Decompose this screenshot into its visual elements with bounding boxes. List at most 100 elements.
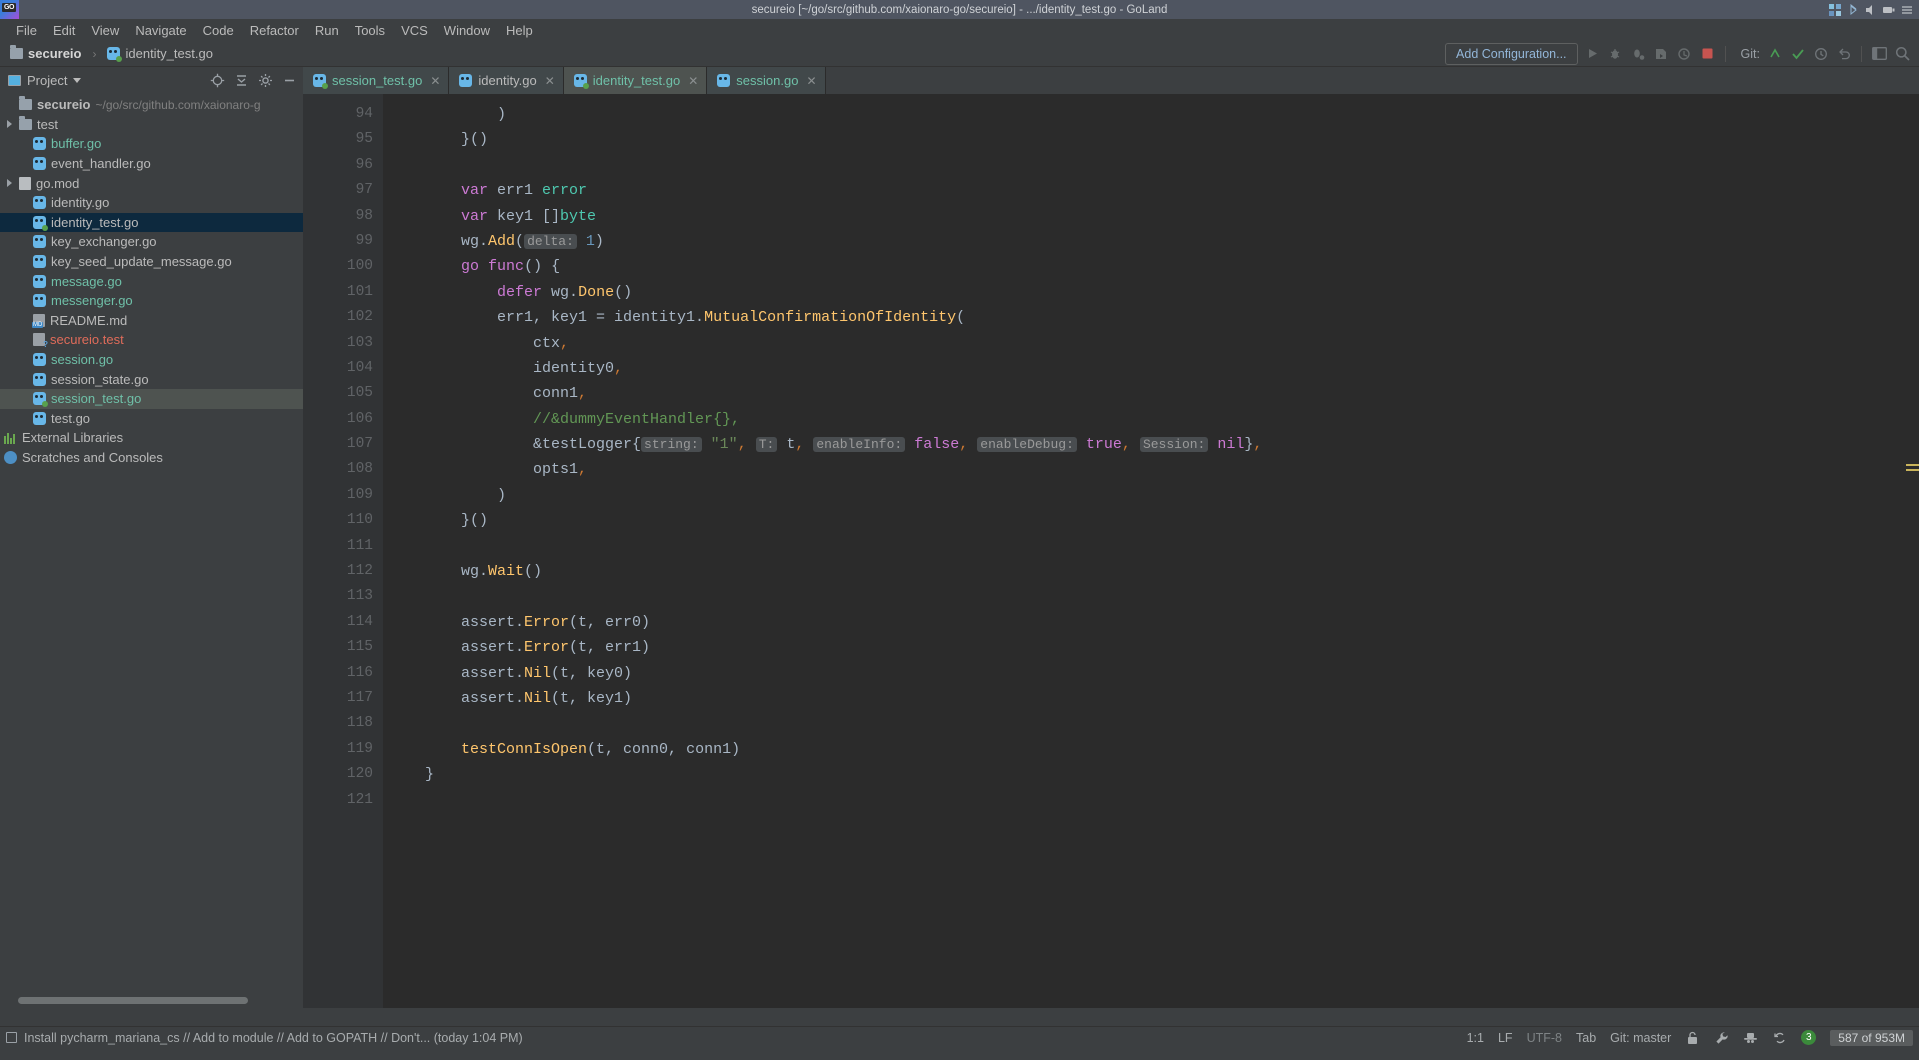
add-configuration-button[interactable]: Add Configuration...: [1445, 42, 1578, 65]
line-number[interactable]: 108: [303, 457, 383, 482]
line-number[interactable]: 94: [303, 102, 383, 127]
wrench-icon[interactable]: [1714, 1030, 1729, 1045]
line-number[interactable]: 102: [303, 305, 383, 330]
stop-icon[interactable]: [1699, 45, 1716, 62]
project-horizontal-scrollbar[interactable]: [0, 994, 303, 1008]
tree-item-readme-md[interactable]: README.md: [0, 311, 303, 331]
code-line[interactable]: assert.Nil(t, key1): [383, 686, 1905, 711]
code-line[interactable]: testConnIsOpen(t, conn0, conn1): [383, 737, 1905, 762]
bluetooth-icon[interactable]: [1847, 3, 1859, 16]
tree-item-external-libraries[interactable]: External Libraries: [0, 428, 303, 448]
tree-item-identity-test-go[interactable]: identity_test.go: [0, 212, 303, 233]
code-line[interactable]: [383, 534, 1905, 559]
close-tab-icon[interactable]: ✕: [806, 74, 816, 88]
menu-edit[interactable]: Edit: [45, 21, 83, 40]
code-line[interactable]: var key1 []byte: [383, 204, 1905, 229]
line-number[interactable]: 98: [303, 204, 383, 229]
line-number[interactable]: 110: [303, 508, 397, 533]
volume-icon[interactable]: [1865, 4, 1877, 16]
tree-item-messenger-go[interactable]: messenger.go: [0, 291, 303, 311]
menu-window[interactable]: Window: [436, 21, 498, 40]
code-line[interactable]: assert.Error(t, err0): [383, 610, 1905, 635]
line-number[interactable]: 113: [303, 584, 383, 609]
update-project-icon[interactable]: [1766, 45, 1783, 62]
code-line[interactable]: ): [383, 102, 1905, 127]
tree-item-secureio-test[interactable]: secureio.test: [0, 330, 303, 350]
code-line[interactable]: [383, 711, 1905, 736]
code-line[interactable]: err1, key1 = identity1.MutualConfirmatio…: [383, 305, 1905, 330]
code-line[interactable]: //&dummyEventHandler{},: [383, 407, 1905, 432]
code-line[interactable]: var err1 error: [383, 178, 1905, 203]
line-number[interactable]: 114: [303, 610, 383, 635]
project-panel-title[interactable]: Project: [27, 73, 67, 88]
memory-indicator[interactable]: 587 of 953M: [1830, 1029, 1913, 1046]
rollback-icon[interactable]: [1835, 45, 1852, 62]
target-icon[interactable]: [210, 73, 225, 88]
search-everywhere-icon[interactable]: [1894, 45, 1911, 62]
tree-item-test[interactable]: test: [0, 115, 303, 135]
git-branch[interactable]: Git: master: [1610, 1031, 1671, 1045]
code-line[interactable]: [383, 153, 1905, 178]
tree-root[interactable]: secureio ~/go/src/github.com/xaionaro-g: [0, 95, 303, 115]
line-number[interactable]: 119: [303, 737, 383, 762]
tree-item-buffer-go[interactable]: buffer.go: [0, 134, 303, 154]
menu-code[interactable]: Code: [195, 21, 242, 40]
line-number[interactable]: 97: [303, 178, 383, 203]
line-number[interactable]: 120: [303, 762, 397, 787]
caret-position[interactable]: 1:1: [1467, 1031, 1484, 1045]
code-line[interactable]: defer wg.Done(): [383, 280, 1905, 305]
tree-item-key-seed-update-message-go[interactable]: key_seed_update_message.go: [0, 252, 303, 272]
tree-item-test-go[interactable]: test.go: [0, 409, 303, 429]
file-encoding[interactable]: UTF-8: [1527, 1031, 1562, 1045]
code-line[interactable]: go func() {: [383, 254, 1905, 279]
breadcrumb-file[interactable]: identity_test.go: [125, 46, 212, 61]
line-number[interactable]: 118: [303, 711, 383, 736]
tree-item-session-state-go[interactable]: session_state.go: [0, 369, 303, 389]
expand-arrow-icon[interactable]: [7, 120, 12, 129]
line-number-gutter[interactable]: 94 95 96 97 98 99 100 101 102 103 104 105 106 107 108 1…: [303, 94, 397, 1008]
close-tab-icon[interactable]: ✕: [688, 74, 698, 88]
line-number[interactable]: 115: [303, 635, 383, 660]
line-number[interactable]: 107: [303, 432, 383, 457]
menu-refactor[interactable]: Refactor: [242, 21, 307, 40]
code-line[interactable]: assert.Nil(t, key0): [383, 661, 1905, 686]
breadcrumb-project[interactable]: secureio: [28, 46, 81, 61]
collapse-all-icon[interactable]: [234, 73, 249, 88]
menu-file[interactable]: File: [8, 21, 45, 40]
code-line[interactable]: }: [383, 762, 1905, 787]
editor-tab-identity-test-go[interactable]: identity_test.go ✕: [563, 67, 708, 94]
apps-grid-icon[interactable]: [1829, 3, 1841, 16]
code-line[interactable]: wg.Wait(): [383, 559, 1905, 584]
code-line[interactable]: }(): [383, 508, 1905, 533]
indent-setting[interactable]: Tab: [1576, 1031, 1596, 1045]
line-number[interactable]: 117: [303, 686, 383, 711]
breadcrumb[interactable]: secureio › identity_test.go: [10, 45, 213, 62]
commit-icon[interactable]: [1789, 45, 1806, 62]
line-number[interactable]: 101: [303, 280, 383, 305]
line-number[interactable]: 96: [303, 153, 383, 178]
menu-view[interactable]: View: [83, 21, 127, 40]
code-line[interactable]: ctx,: [383, 331, 1905, 356]
layout-icon[interactable]: [1871, 45, 1888, 62]
line-number[interactable]: 100: [303, 254, 397, 279]
code-line[interactable]: wg.Add(delta: 1): [383, 229, 1905, 254]
status-message-area[interactable]: Install pycharm_mariana_cs // Add to mod…: [6, 1031, 523, 1045]
code-line[interactable]: opts1,: [383, 457, 1905, 482]
line-number[interactable]: 121: [303, 788, 383, 813]
code-line[interactable]: [383, 584, 1905, 609]
history-icon[interactable]: [1812, 45, 1829, 62]
project-tree[interactable]: secureio ~/go/src/github.com/xaionaro-g …: [0, 93, 303, 994]
editor-tab-session-go[interactable]: session.go ✕: [707, 67, 826, 94]
tree-item-identity-go[interactable]: identity.go: [0, 193, 303, 213]
line-number[interactable]: 109: [303, 483, 383, 508]
chevron-down-icon[interactable]: [73, 77, 82, 83]
notification-badge[interactable]: 3: [1801, 1030, 1817, 1045]
line-number[interactable]: 105: [303, 381, 383, 406]
code-line[interactable]: assert.Error(t, err1): [383, 635, 1905, 660]
tree-item-message-go[interactable]: message.go: [0, 271, 303, 291]
line-number[interactable]: 116: [303, 661, 383, 686]
tree-item-scratches-and-consoles[interactable]: Scratches and Consoles: [0, 448, 303, 468]
line-number[interactable]: 104: [303, 356, 383, 381]
line-number[interactable]: 95: [303, 127, 397, 152]
event-log-icon[interactable]: [6, 1032, 17, 1043]
